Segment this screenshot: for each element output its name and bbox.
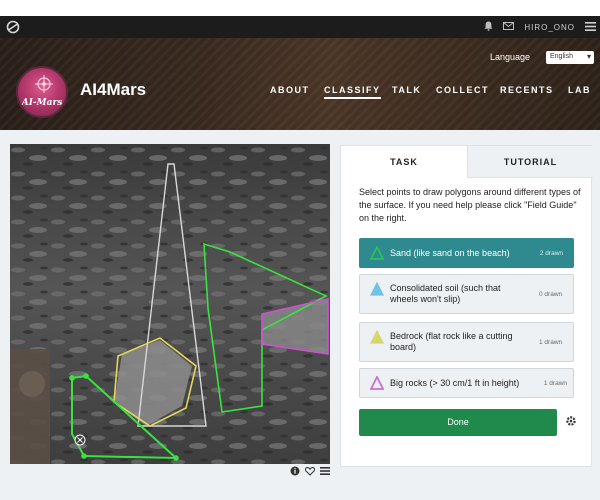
triangle-icon <box>370 330 384 344</box>
nav-recents[interactable]: RECENTS <box>500 85 554 95</box>
polygon-vertex[interactable] <box>83 373 89 379</box>
task-instructions: Select points to draw polygons around di… <box>359 187 581 223</box>
mail-icon[interactable] <box>503 22 515 32</box>
collection-list-icon[interactable] <box>320 466 330 478</box>
tab-task[interactable]: TASK <box>341 146 467 178</box>
language-label: Language <box>490 52 531 62</box>
option-count: 2 drawn <box>539 249 563 257</box>
polygon-vertex[interactable] <box>69 375 75 381</box>
image-toolbar <box>290 466 330 478</box>
username-link[interactable]: HIRO_ONO <box>524 23 575 32</box>
option-label: Sand (like sand on the beach) <box>390 247 510 258</box>
project-avatar[interactable]: AI-Mars <box>16 66 68 118</box>
bell-icon[interactable] <box>484 21 493 33</box>
tab-tutorial[interactable]: TUTORIAL <box>467 146 593 178</box>
rover-wheel <box>19 371 45 397</box>
option-label: Consolidated soil (such that wheels won'… <box>390 283 501 304</box>
language-select[interactable]: English <box>546 51 594 64</box>
triangle-icon <box>370 246 384 260</box>
polygon-vertex[interactable] <box>173 455 179 461</box>
triangle-icon <box>370 282 384 296</box>
nav-collect[interactable]: COLLECT <box>436 85 489 95</box>
option-count: 0 drawn <box>539 290 563 298</box>
delete-polygon-icon[interactable] <box>74 434 86 446</box>
option-label: Bedrock (flat rock like a cutting board) <box>390 331 513 352</box>
option-bedrock[interactable]: Bedrock (flat rock like a cutting board)… <box>359 322 574 362</box>
triangle-icon <box>370 376 384 390</box>
project-header: AI-Mars AI4Mars Language English ABOUT C… <box>0 38 600 130</box>
task-panel: TASK TUTORIAL Select points to draw poly… <box>340 145 593 467</box>
info-icon[interactable] <box>290 466 300 478</box>
subject-image[interactable] <box>10 144 330 464</box>
option-label: Big rocks (> 30 cm/1 ft in height) <box>390 377 520 388</box>
rover-part <box>10 349 50 464</box>
nav-talk[interactable]: TALK <box>392 85 421 95</box>
nav-lab[interactable]: LAB <box>568 85 591 95</box>
mars-symbol-icon <box>35 75 53 93</box>
option-sand[interactable]: Sand (like sand on the beach) 2 drawn <box>359 238 574 268</box>
gear-icon[interactable] <box>565 415 577 427</box>
option-count: 1 drawn <box>539 338 563 346</box>
menu-icon[interactable] <box>585 21 596 33</box>
option-consolidated-soil[interactable]: Consolidated soil (such that wheels won'… <box>359 274 574 314</box>
polygon-vertex[interactable] <box>81 453 87 459</box>
option-big-rocks[interactable]: Big rocks (> 30 cm/1 ft in height) 1 dra… <box>359 368 574 398</box>
panel-tabs: TASK TUTORIAL <box>341 146 593 178</box>
option-count: 1 drawn <box>543 379 567 387</box>
nav-classify[interactable]: CLASSIFY <box>324 85 381 99</box>
avatar-text: AI-Mars <box>21 98 63 108</box>
subject-canvas[interactable] <box>10 144 330 464</box>
top-bar: HIRO_ONO <box>0 16 600 38</box>
top-bar-right: HIRO_ONO <box>484 16 596 38</box>
favorite-heart-icon[interactable] <box>304 466 316 478</box>
zooniverse-logo-icon[interactable] <box>6 20 20 34</box>
done-button[interactable]: Done <box>359 409 557 436</box>
nav-about[interactable]: ABOUT <box>270 85 310 95</box>
project-title[interactable]: AI4Mars <box>80 80 146 100</box>
